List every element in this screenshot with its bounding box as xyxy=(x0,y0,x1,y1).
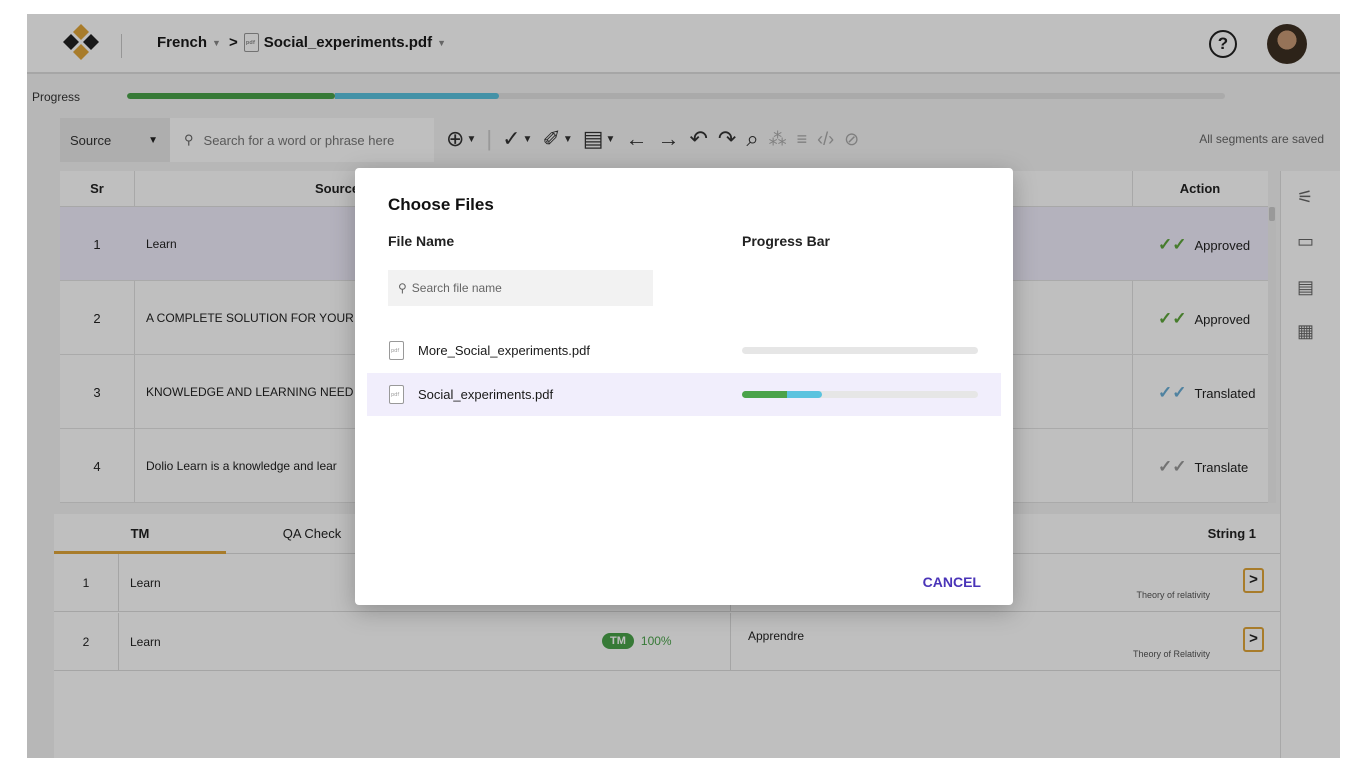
file-row[interactable]: More_Social_experiments.pdf xyxy=(367,329,1001,372)
file-search-input[interactable]: ⚲ Search file name xyxy=(388,270,653,306)
col-progress-bar: Progress Bar xyxy=(742,233,830,249)
col-file-name: File Name xyxy=(388,233,455,249)
pdf-file-icon xyxy=(389,385,404,404)
cancel-button[interactable]: CANCEL xyxy=(923,574,981,590)
search-icon: ⚲ xyxy=(398,281,407,295)
file-name: More_Social_experiments.pdf xyxy=(418,343,590,358)
file-progress-approved xyxy=(742,391,787,398)
file-search-placeholder: Search file name xyxy=(411,281,502,295)
dialog-title: Choose Files xyxy=(388,195,494,214)
file-row[interactable]: Social_experiments.pdf xyxy=(367,373,1001,416)
file-progress-bar xyxy=(742,347,978,354)
choose-files-dialog: Choose Files File Name Progress Bar ⚲ Se… xyxy=(355,168,1013,605)
file-progress-translated xyxy=(786,391,823,398)
pdf-file-icon xyxy=(389,341,404,360)
file-name: Social_experiments.pdf xyxy=(418,387,554,402)
file-progress-bar xyxy=(742,391,978,398)
